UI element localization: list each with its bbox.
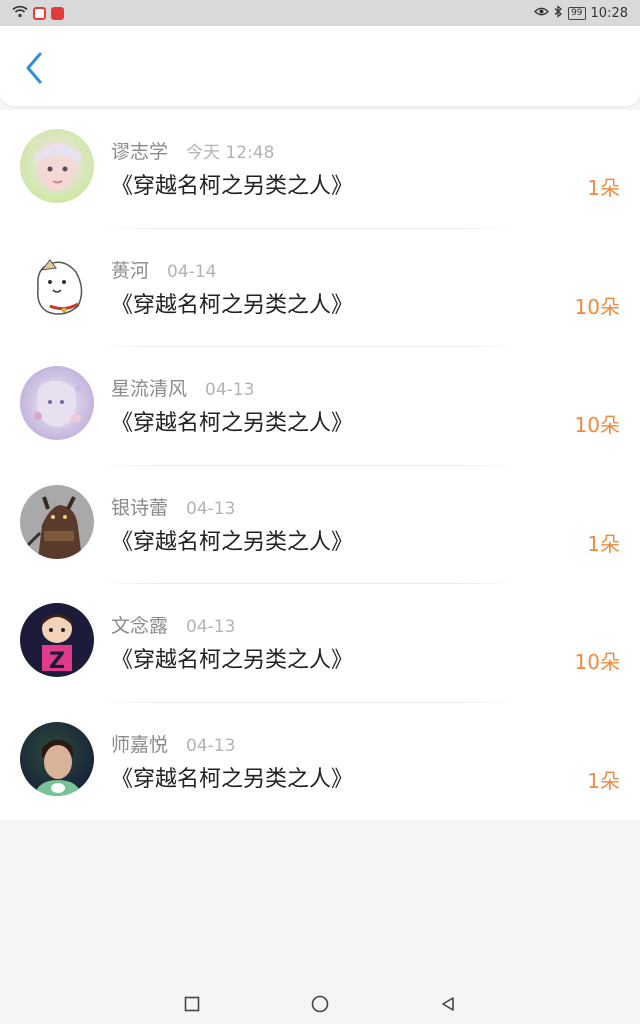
book-title[interactable]: 《穿越名柯之另类之人》 bbox=[111, 524, 353, 556]
app-notification-icon bbox=[33, 6, 46, 20]
book-title[interactable]: 《穿越名柯之另类之人》 bbox=[111, 761, 353, 793]
app-notification-icon-2 bbox=[51, 6, 64, 20]
user-name: 师嘉悦 bbox=[111, 733, 169, 756]
avatar[interactable] bbox=[20, 247, 94, 322]
name-line: 银诗蕾 04-13 bbox=[111, 493, 235, 520]
list-item[interactable]: 星流清风 04-13 《穿越名柯之另类之人》 10朵 bbox=[0, 347, 640, 466]
user-name: 银诗蕾 bbox=[111, 496, 169, 519]
back-button[interactable] bbox=[18, 50, 50, 90]
avatar[interactable] bbox=[20, 129, 94, 203]
user-name: 文念露 bbox=[111, 615, 169, 637]
system-nav-bar bbox=[0, 988, 640, 1024]
circle-icon bbox=[311, 995, 329, 1017]
home-button[interactable] bbox=[309, 995, 331, 1017]
eye-icon bbox=[534, 6, 549, 21]
flower-count: 10朵 bbox=[574, 413, 620, 437]
triangle-back-icon bbox=[440, 996, 456, 1016]
gift-time: 04-13 bbox=[205, 380, 255, 400]
list-item[interactable]: 师嘉悦 04-13 《穿越名柯之另类之人》 1朵 bbox=[0, 703, 640, 822]
flower-count: 1朵 bbox=[587, 768, 620, 793]
name-line: 谬志学 今天 12:48 bbox=[111, 137, 274, 164]
user-name: 星流清风 bbox=[111, 378, 188, 400]
flower-count: 1朵 bbox=[587, 531, 620, 556]
list-item[interactable]: 银诗蕾 04-13 《穿越名柯之另类之人》 1朵 bbox=[0, 466, 640, 584]
name-line: 蒉河 04-14 bbox=[111, 256, 216, 283]
book-title[interactable]: 《穿越名柯之另类之人》 bbox=[111, 287, 353, 319]
gift-time: 04-14 bbox=[167, 261, 217, 282]
name-line: 文念露 04-13 bbox=[111, 611, 235, 638]
gift-time: 今天 12:48 bbox=[186, 143, 275, 163]
recent-apps-button[interactable] bbox=[181, 995, 203, 1017]
user-name: 谬志学 bbox=[111, 141, 169, 163]
chevron-left-icon bbox=[24, 51, 44, 89]
name-line: 师嘉悦 04-13 bbox=[111, 730, 235, 757]
gift-time: 04-13 bbox=[186, 617, 236, 637]
wifi-icon bbox=[12, 5, 28, 22]
gift-list: 谬志学 今天 12:48 《穿越名柯之另类之人》 1朵 蒉河 04-14 《穿越… bbox=[0, 110, 640, 820]
flower-count: 10朵 bbox=[574, 294, 620, 319]
bluetooth-icon bbox=[554, 4, 563, 22]
gift-time: 04-13 bbox=[186, 498, 236, 519]
status-right: 99 10:28 bbox=[534, 4, 628, 22]
name-line: 星流清风 04-13 bbox=[111, 374, 254, 401]
status-left bbox=[12, 5, 64, 22]
battery-indicator: 99 bbox=[568, 6, 586, 20]
gift-time: 04-13 bbox=[186, 735, 236, 756]
list-item[interactable]: Z 文念露 04-13 《穿越名柯之另类之人》 10朵 bbox=[0, 584, 640, 703]
flower-count: 10朵 bbox=[574, 650, 620, 674]
square-icon bbox=[184, 996, 200, 1016]
flower-count: 1朵 bbox=[587, 176, 620, 200]
book-title[interactable]: 《穿越名柯之另类之人》 bbox=[111, 168, 353, 200]
svg-text:Z: Z bbox=[49, 649, 65, 674]
avatar[interactable] bbox=[20, 721, 94, 796]
avatar[interactable] bbox=[20, 484, 94, 559]
avatar[interactable]: Z bbox=[20, 603, 94, 677]
back-nav-button[interactable] bbox=[437, 995, 459, 1017]
header bbox=[0, 26, 640, 106]
list-item[interactable]: 谬志学 今天 12:48 《穿越名柯之另类之人》 1朵 bbox=[0, 110, 640, 229]
avatar[interactable] bbox=[20, 366, 94, 440]
user-name: 蒉河 bbox=[111, 259, 150, 282]
book-title[interactable]: 《穿越名柯之另类之人》 bbox=[111, 642, 353, 674]
book-title[interactable]: 《穿越名柯之另类之人》 bbox=[111, 405, 353, 437]
clock: 10:28 bbox=[590, 5, 628, 21]
status-bar: 99 10:28 bbox=[0, 0, 640, 26]
list-item[interactable]: 蒉河 04-14 《穿越名柯之另类之人》 10朵 bbox=[0, 229, 640, 347]
